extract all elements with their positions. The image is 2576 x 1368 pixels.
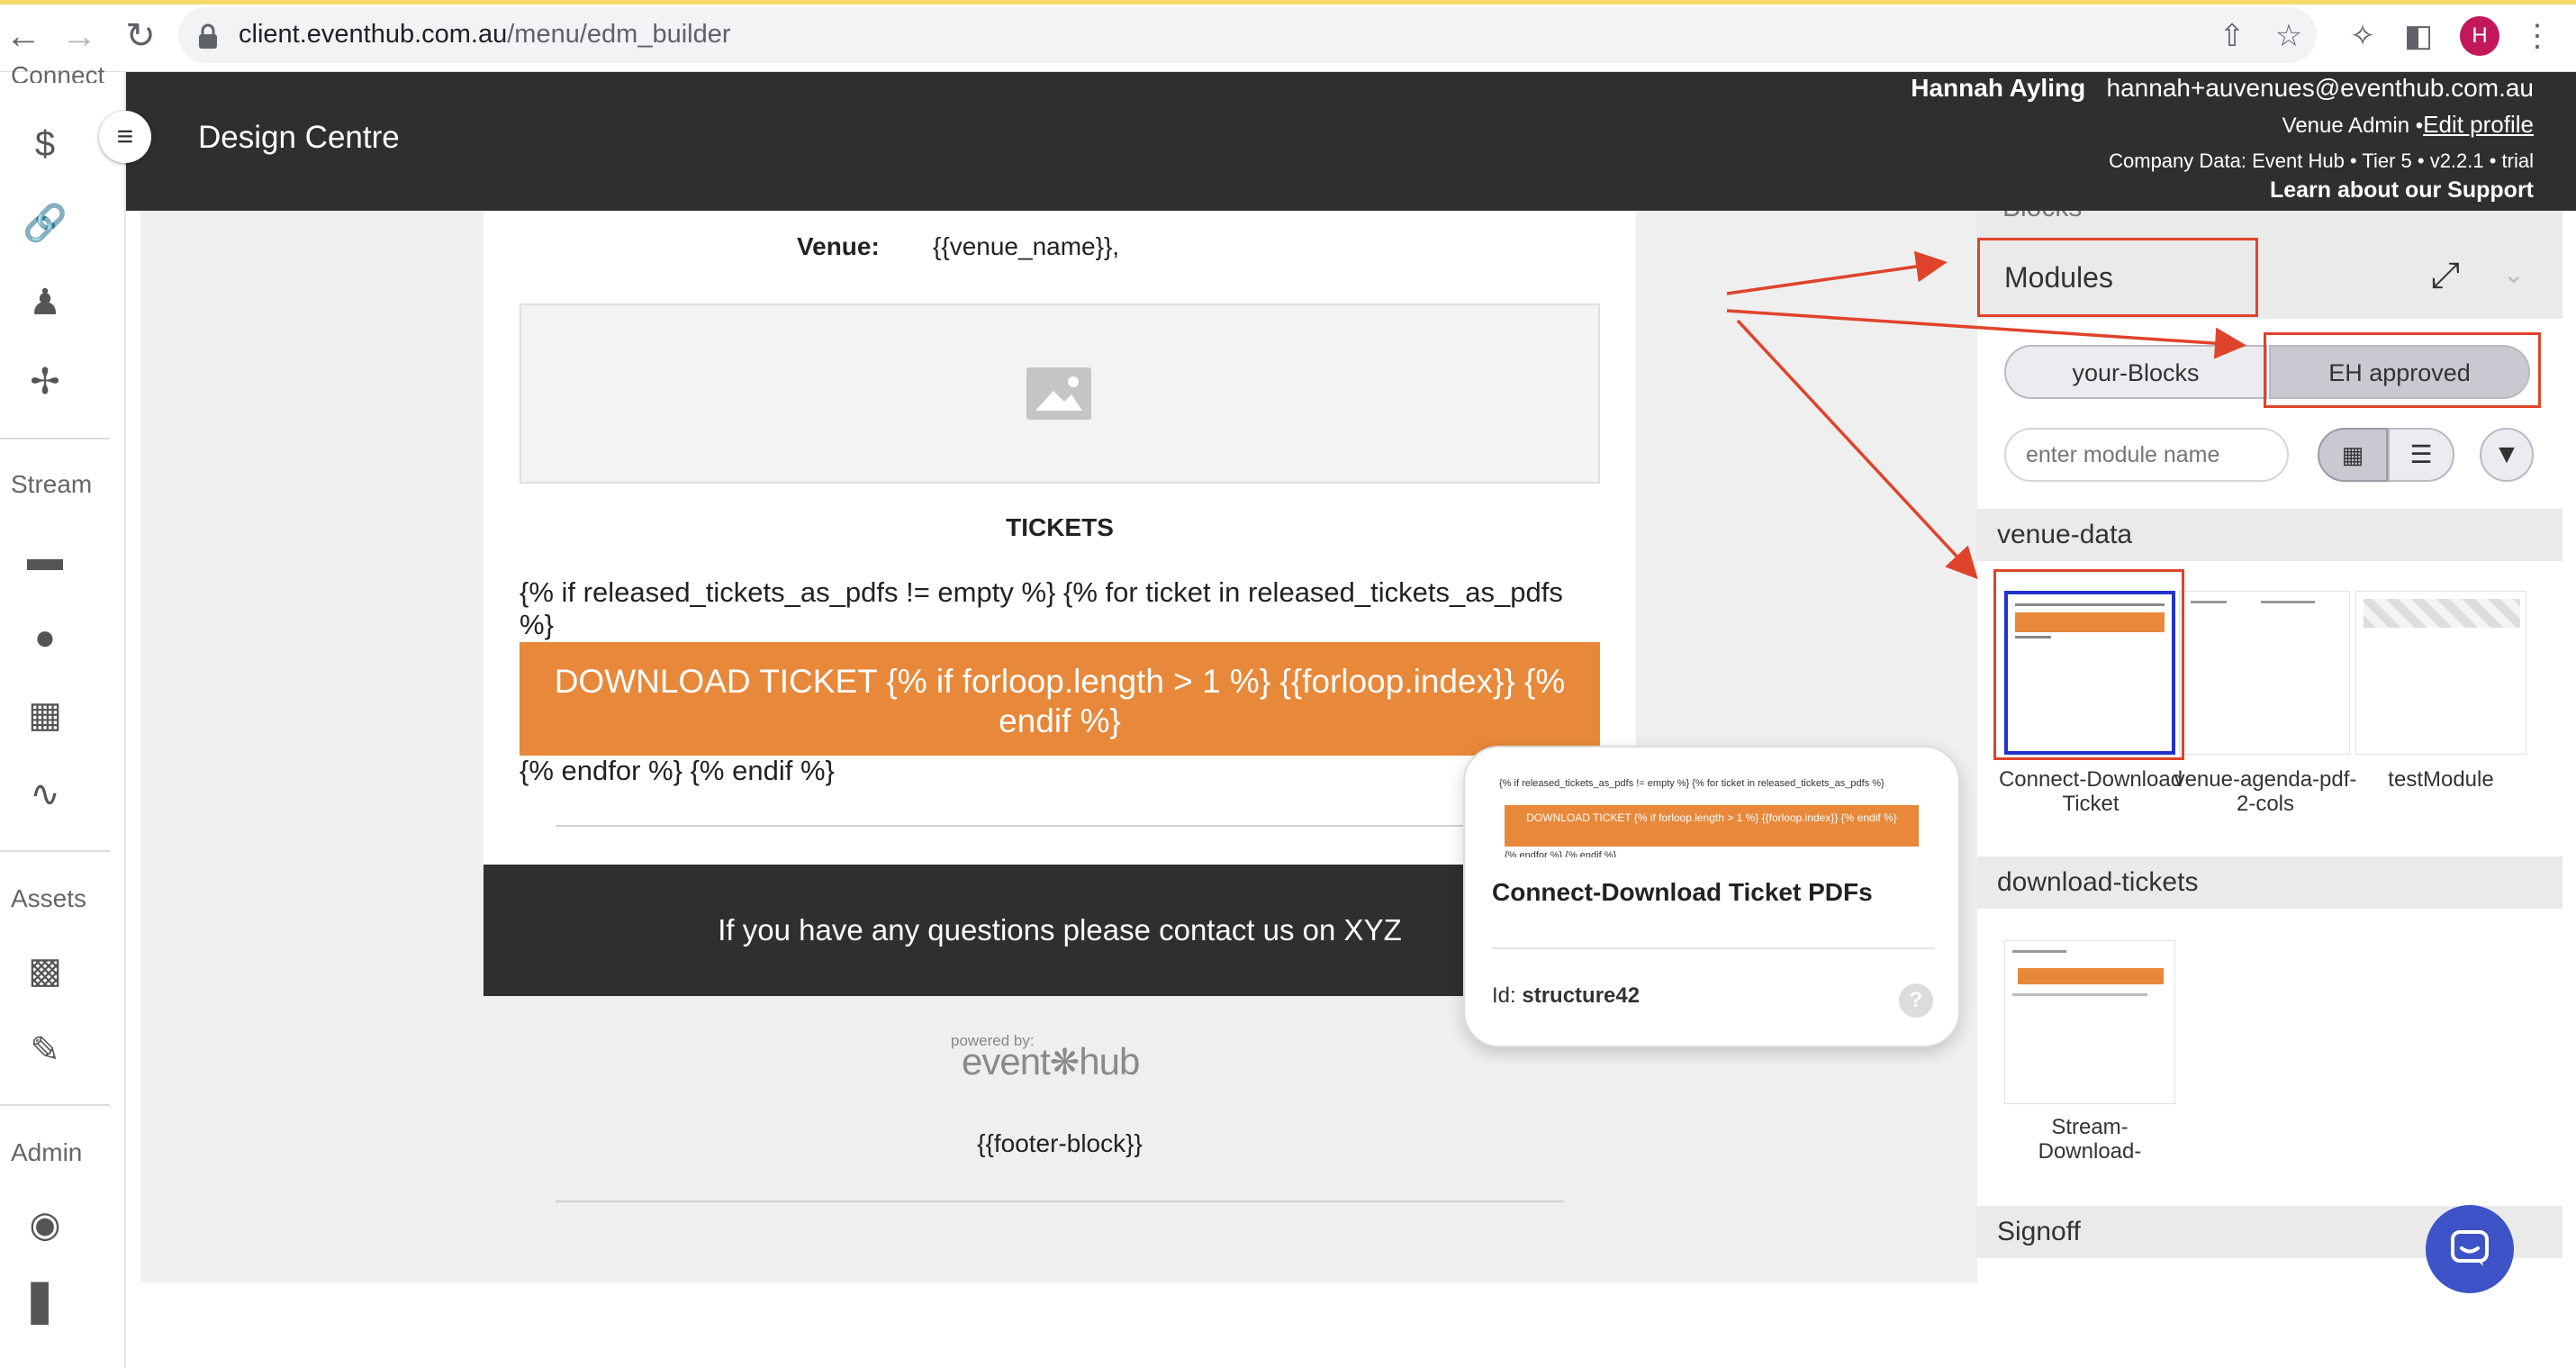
- page-title: Design Centre: [198, 120, 400, 155]
- url-text[interactable]: client.eventhub.com.au/menu/edm_builder: [239, 20, 731, 50]
- eventhub-logo: event❋hub: [962, 1040, 1140, 1083]
- side-panel-icon[interactable]: ◧: [2399, 16, 2438, 56]
- account-icon[interactable]: ◉: [22, 1201, 68, 1248]
- sidebar-divider: [0, 438, 110, 439]
- list-icon[interactable]: ▬: [22, 535, 68, 582]
- user-name: Hannah Ayling: [1911, 74, 2086, 102]
- module-label: Connect-Download Ticket: [1998, 767, 2183, 816]
- chat-icon: [2451, 1230, 2489, 1266]
- share-icon[interactable]: ⇧: [2212, 16, 2252, 56]
- venue-value: {{venue_name}},: [933, 232, 1120, 260]
- venue-label: Venue:: [797, 232, 880, 260]
- divider: [556, 825, 1564, 827]
- group-header-venue-data[interactable]: venue-data: [1977, 509, 2562, 561]
- calendar-icon[interactable]: ▦: [22, 692, 68, 738]
- annotation-box-modules: [1977, 238, 2258, 317]
- expand-icon[interactable]: ⤢: [2431, 256, 2460, 296]
- module-label: venue-agenda-pdf-2-cols: [2174, 767, 2357, 816]
- forward-arrow-icon[interactable]: →: [56, 13, 103, 59]
- chevron-down-icon[interactable]: ⌄: [2503, 259, 2524, 289]
- help-icon[interactable]: ?: [1899, 983, 1933, 1018]
- logo-spark-icon: ❋: [1049, 1043, 1080, 1083]
- company-data: Company Data: Event Hub • Tier 5 • v2.2.…: [2109, 149, 2534, 172]
- blocks-section-partial[interactable]: Blocks: [1977, 211, 2562, 236]
- group-header-download-tickets[interactable]: download-tickets: [1977, 856, 2562, 909]
- chat-launcher-button[interactable]: [2426, 1205, 2514, 1293]
- sidebar-heading-stream: Stream: [11, 470, 93, 498]
- your-blocks-toggle[interactable]: your-Blocks: [2004, 345, 2267, 399]
- module-preview-title: Connect-Download Ticket PDFs: [1492, 878, 1873, 906]
- module-card-stream-download[interactable]: [2004, 940, 2175, 1104]
- lock-icon: [199, 23, 217, 49]
- bookmark-star-icon[interactable]: ☆: [2269, 16, 2309, 56]
- module-card-test-module[interactable]: [2355, 591, 2526, 755]
- annotation-box-eh-approved: [2264, 332, 2541, 408]
- profile-avatar[interactable]: H: [2460, 16, 2499, 56]
- list-view-icon[interactable]: ☰: [2388, 428, 2454, 482]
- image-icon: [1026, 367, 1091, 420]
- pencil-icon[interactable]: ✎: [22, 1027, 68, 1074]
- module-card-venue-agenda[interactable]: [2179, 591, 2350, 755]
- people-icon[interactable]: ♟: [22, 279, 68, 326]
- header-role-line: Venue Admin •Edit profile: [2282, 111, 2534, 139]
- broken-image-icon: [2364, 599, 2520, 628]
- sidebar-toggle-button[interactable]: ≡: [99, 111, 151, 163]
- liquid-if-line: {% if released_tickets_as_pdfs != empty …: [520, 576, 1563, 608]
- module-search-input[interactable]: [2004, 428, 2289, 482]
- module-preview-card: {% if released_tickets_as_pdfs != empty …: [1463, 746, 1960, 1047]
- edit-profile-link[interactable]: Edit profile: [2423, 111, 2534, 138]
- module-label: testModule: [2388, 767, 2494, 792]
- liquid-endfor-line: {% endfor %} {% endif %}: [520, 755, 835, 786]
- cutlery-icon[interactable]: ✢: [22, 358, 68, 405]
- header-user-line: Hannah Ayling hannah+auvenues@eventhub.c…: [1911, 74, 2534, 103]
- back-arrow-icon[interactable]: ←: [0, 13, 47, 59]
- sidebar-heading-admin: Admin: [11, 1138, 83, 1166]
- divider: [1492, 947, 1935, 949]
- annotation-box-selected-module: [1993, 569, 2184, 760]
- bar-chart-icon[interactable]: ▋: [22, 1281, 68, 1327]
- sidebar-divider: [0, 850, 110, 852]
- reload-icon[interactable]: ↻: [117, 13, 164, 59]
- sidebar-heading-connect: Connect: [11, 61, 105, 83]
- divider: [556, 1200, 1564, 1202]
- tickets-heading: TICKETS: [1006, 513, 1114, 541]
- download-ticket-button[interactable]: DOWNLOAD TICKET {% if forloop.length > 1…: [520, 642, 1600, 756]
- menu-kebab-icon[interactable]: ⋮: [2517, 16, 2557, 56]
- module-preview-thumbnail: {% if released_tickets_as_pdfs != empty …: [1494, 775, 1933, 857]
- grid-view-icon[interactable]: ▦: [2318, 428, 2388, 482]
- user-email: hannah+auvenues@eventhub.com.au: [2106, 74, 2534, 102]
- person-icon[interactable]: ●: [22, 614, 68, 661]
- dollar-icon[interactable]: $: [22, 121, 68, 168]
- footer-block-placeholder: {{footer-block}}: [977, 1129, 1143, 1157]
- module-id: Id: structure42: [1492, 983, 1641, 1008]
- sidebar-heading-assets: Assets: [11, 884, 87, 912]
- liquid-if-line-end: %}: [520, 609, 554, 640]
- trend-icon[interactable]: ∿: [22, 771, 68, 818]
- extensions-puzzle-icon[interactable]: ✧: [2343, 16, 2382, 56]
- sidebar-divider: [0, 1104, 110, 1106]
- building-icon[interactable]: ▩: [22, 947, 68, 994]
- filter-icon[interactable]: ▼: [2480, 428, 2534, 482]
- support-link[interactable]: Learn about our Support: [2270, 177, 2534, 204]
- link-icon[interactable]: 🔗: [22, 200, 68, 247]
- module-label: Stream-Download-: [2038, 1115, 2142, 1164]
- user-role: Venue Admin •: [2282, 113, 2424, 138]
